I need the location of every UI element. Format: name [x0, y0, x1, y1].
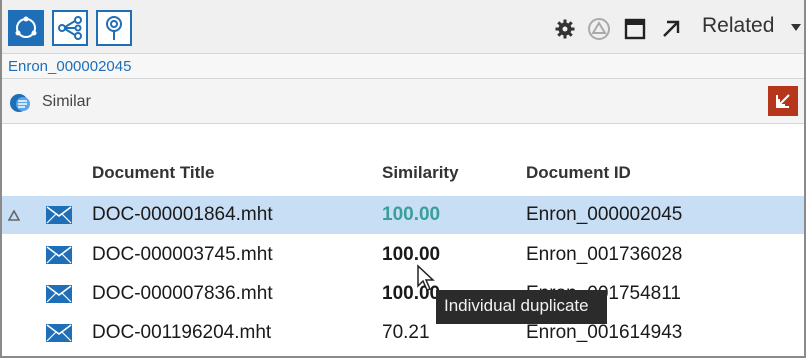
maximize-button[interactable] [622, 16, 648, 42]
document-title[interactable]: DOC-000007836.mht [92, 283, 273, 305]
document-id: Enron_001736028 [526, 244, 683, 265]
email-icon [46, 324, 72, 342]
warning-button[interactable] [586, 16, 612, 42]
gear-icon [555, 19, 575, 39]
map-pin-icon [106, 16, 122, 40]
share-button[interactable] [52, 10, 88, 46]
email-icon [46, 206, 72, 224]
toolbar: Related [2, 0, 804, 54]
cycle-icon [15, 16, 37, 38]
breadcrumb: Enron_000002045 [2, 54, 804, 79]
similar-chat-icon [10, 94, 30, 112]
warning-triangle-icon [588, 18, 610, 40]
similar-label: Similar [42, 93, 91, 110]
related-dropdown-label[interactable]: Related [702, 14, 774, 38]
column-header-similarity[interactable]: Similarity [382, 163, 459, 183]
similarity-value: 100.00 [382, 244, 441, 265]
popout-button[interactable] [658, 16, 684, 42]
location-button[interactable] [96, 10, 132, 46]
table-row[interactable]: DOC-000007836.mht 100.00 Enron_001754811 [2, 275, 804, 313]
document-title[interactable]: DOC-000001864.mht [92, 204, 273, 226]
document-title[interactable]: DOC-001196204.mht [92, 322, 271, 344]
chevron-down-icon[interactable] [791, 24, 801, 31]
document-id: Enron_001614943 [526, 322, 683, 343]
table-row[interactable]: DOC-000003745.mht 100.00 Enron_001736028 [2, 236, 804, 274]
settings-button[interactable] [552, 16, 578, 42]
refresh-button[interactable] [8, 10, 44, 46]
email-icon [46, 246, 72, 264]
table-row[interactable]: DOC-001196204.mht 70.21 Enron_001614943 [2, 314, 804, 352]
tooltip: Individual duplicate [436, 290, 607, 324]
column-header-document-id[interactable]: Document ID [526, 163, 631, 183]
warning-triangle-icon [8, 210, 20, 221]
arrow-up-right-icon [663, 20, 680, 37]
table-row[interactable]: DOC-000001864.mht 100.00 Enron_000002045 [2, 196, 804, 234]
similarity-value: 100.00 [382, 204, 441, 225]
similar-section-header: Similar [2, 79, 804, 124]
similarity-value: 70.21 [382, 322, 430, 343]
mouse-cursor-icon [417, 264, 435, 291]
document-id: Enron_000002045 [526, 204, 683, 225]
document-title[interactable]: DOC-000003745.mht [92, 244, 273, 266]
breadcrumb-link[interactable]: Enron_000002045 [8, 58, 131, 75]
column-header-title[interactable]: Document Title [92, 163, 214, 183]
collapse-icon [776, 94, 790, 108]
maximize-window-icon [624, 18, 646, 40]
email-icon [46, 285, 72, 303]
share-nodes-icon [58, 16, 82, 40]
collapse-button[interactable] [768, 86, 798, 116]
